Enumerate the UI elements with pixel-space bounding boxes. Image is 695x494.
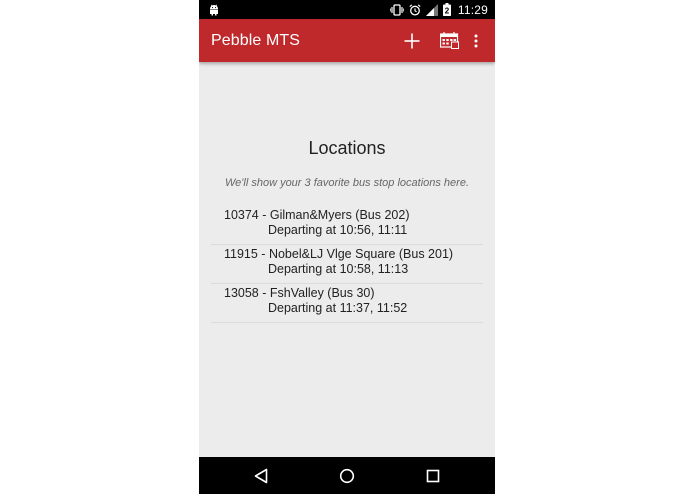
status-bar: 2 11:29 [199, 0, 495, 19]
location-item[interactable]: 10374 - Gilman&Myers (Bus 202) Departing… [211, 206, 483, 245]
status-time: 11:29 [457, 2, 488, 17]
app-bar: Pebble MTS [199, 19, 495, 62]
alarm-icon [409, 3, 421, 16]
back-icon [254, 468, 268, 483]
location-item[interactable]: 11915 - Nobel&LJ Vlge Square (Bus 201) D… [211, 245, 483, 284]
calendar-icon [439, 32, 459, 49]
recents-icon [426, 469, 440, 482]
navigation-bar [199, 457, 495, 494]
location-departures: Departing at 10:58, 11:13 [268, 262, 409, 276]
home-icon [339, 468, 355, 483]
vibrate-icon [389, 3, 404, 16]
location-title: 11915 - Nobel&LJ Vlge Square (Bus 201) [224, 247, 454, 261]
overflow-menu-button[interactable] [469, 19, 483, 62]
location-item[interactable]: 13058 - FshValley (Bus 30) Departing at … [211, 284, 483, 323]
app-title: Pebble MTS [211, 32, 301, 49]
android-icon [210, 4, 218, 16]
phone-screen: 2 11:29 Pebble MTS Locations We'll show … [199, 0, 495, 494]
status-icons: 2 11:29 [389, 0, 488, 19]
location-list: 10374 - Gilman&Myers (Bus 202) Departing… [211, 206, 483, 323]
add-icon [404, 33, 420, 48]
location-title: 10374 - Gilman&Myers (Bus 202) [224, 208, 410, 222]
location-title: 13058 - FshValley (Bus 30) [224, 286, 375, 300]
home-button[interactable] [327, 457, 367, 494]
battery-level: 2 [445, 7, 450, 16]
main-content: Locations We'll show your 3 favorite bus… [199, 62, 495, 457]
calendar-button[interactable] [437, 19, 461, 62]
location-departures: Departing at 11:37, 11:52 [268, 301, 408, 315]
add-button[interactable] [399, 19, 425, 62]
overflow-menu-icon [474, 34, 478, 47]
signal-icon [425, 3, 438, 16]
battery-icon: 2 [442, 3, 451, 16]
recents-button[interactable] [413, 457, 453, 494]
page-subtitle: We'll show your 3 favorite bus stop loca… [224, 177, 470, 189]
page-title: Locations [308, 138, 386, 158]
back-button[interactable] [241, 457, 281, 494]
location-departures: Departing at 10:56, 11:11 [268, 223, 408, 237]
